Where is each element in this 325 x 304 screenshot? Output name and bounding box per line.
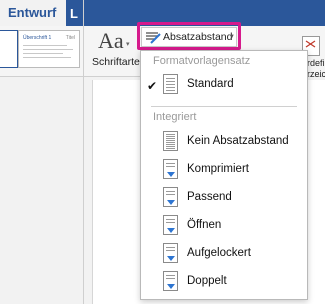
style-thumbnail[interactable]: Überschrift 1 Titel (18, 30, 80, 68)
page-spacing-icon (163, 215, 178, 235)
thumbnail-title: Titel (65, 35, 75, 41)
menu-item-label: Aufgelockert (187, 247, 251, 259)
paragraph-spacing-menu: Formatvorlagensatz ✔ Standard Integriert… (140, 50, 308, 300)
chevron-down-icon[interactable]: ▾ (126, 40, 130, 48)
menu-item-aufgelockert[interactable]: Aufgelockert (141, 243, 307, 269)
menu-item-oeffnen[interactable]: Öffnen (141, 215, 307, 241)
thumbnail-line (23, 45, 67, 46)
menu-item-doppelt[interactable]: Doppelt (141, 271, 307, 297)
fonts-icon[interactable]: Aa (98, 28, 124, 54)
divider (83, 0, 84, 304)
menu-item-passend[interactable]: Passend (141, 187, 307, 213)
menu-item-label: Kein Absatzabstand (187, 135, 289, 147)
page-spacing-icon (163, 187, 178, 207)
page-spacing-icon (163, 271, 178, 291)
menu-item-label: Komprimiert (187, 163, 249, 175)
menu-item-standard[interactable]: ✔ Standard (141, 74, 307, 100)
menu-item-komprimiert[interactable]: Komprimiert (141, 159, 307, 185)
thumbnail-line (23, 49, 73, 50)
section-header-style-set: Formatvorlagensatz (153, 55, 251, 67)
menu-item-label: Passend (187, 191, 232, 203)
style-thumbnail-selected[interactable] (0, 30, 18, 68)
page-spacing-icon (163, 243, 178, 263)
thumbnail-line (23, 53, 63, 54)
checkmark-icon: ✔ (147, 79, 158, 93)
highlight-callout (137, 22, 241, 50)
menu-item-label: Öffnen (187, 219, 222, 231)
thumbnail-heading: Überschrift 1 (23, 35, 52, 41)
menu-item-kein-absatzabstand[interactable]: Kein Absatzabstand (141, 131, 307, 157)
thumbnail-line (23, 57, 71, 58)
page-spacing-icon (163, 74, 178, 94)
menu-item-label: Standard (187, 78, 234, 90)
menu-item-label: Doppelt (187, 275, 227, 287)
fonts-label[interactable]: Schriftarten (92, 56, 146, 68)
menu-separator (151, 106, 297, 107)
tab-layout[interactable]: L (70, 6, 78, 21)
tab-entwurf[interactable]: Entwurf (0, 0, 66, 26)
page-spacing-icon (163, 131, 178, 151)
section-header-builtin: Integriert (153, 111, 197, 123)
page-spacing-icon (163, 159, 178, 179)
